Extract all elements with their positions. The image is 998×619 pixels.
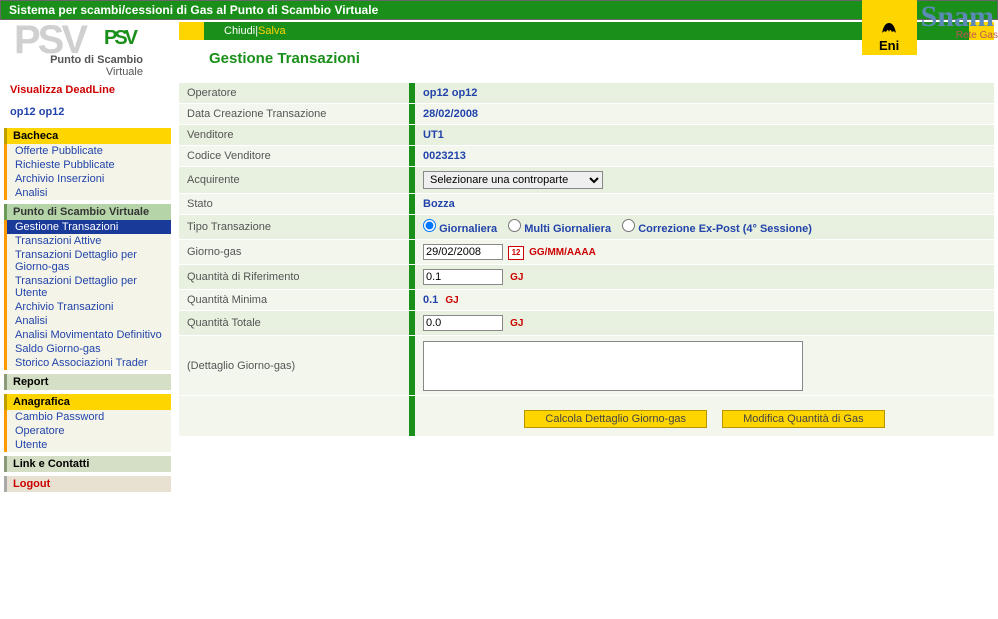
close-link[interactable]: Chiudi — [224, 25, 255, 37]
nav-section-bacheca: Bacheca — [4, 128, 171, 144]
nav-storico-associazioni[interactable]: Storico Associazioni Trader — [4, 356, 171, 370]
label-qta-totale: Quantità Totale — [179, 311, 409, 336]
radio-giornaliera[interactable]: Giornaliera — [423, 223, 497, 235]
label-giorno-gas: Giorno-gas — [179, 240, 409, 265]
nav-cambio-password[interactable]: Cambio Password — [4, 410, 171, 424]
label-tipo-transazione: Tipo Transazione — [179, 215, 409, 240]
transaction-form: Operatore op12 op12 Data Creazione Trans… — [179, 83, 994, 437]
value-codice-venditore: 0023213 — [415, 146, 994, 167]
nav-transazioni-dettaglio-utente[interactable]: Transazioni Dettaglio per Utente — [4, 274, 171, 300]
label-qta-riferimento: Quantità di Riferimento — [179, 265, 409, 290]
nav-section-psv: Punto di Scambio Virtuale — [4, 204, 171, 220]
nav-analisi-bacheca[interactable]: Analisi — [4, 186, 171, 200]
label-data-creazione: Data Creazione Transazione — [179, 104, 409, 125]
save-link[interactable]: Salva — [258, 25, 286, 37]
nav-gestione-transazioni[interactable]: Gestione Transazioni — [4, 220, 171, 234]
radio-correzione-expost[interactable]: Correzione Ex-Post (4° Sessione) — [622, 223, 812, 235]
nav-transazioni-attive[interactable]: Transazioni Attive — [4, 234, 171, 248]
value-operatore: op12 op12 — [415, 83, 994, 104]
nav-richieste-pubblicate[interactable]: Richieste Pubblicate — [4, 158, 171, 172]
label-operatore: Operatore — [179, 83, 409, 104]
qta-totale-input[interactable] — [423, 315, 503, 331]
label-codice-venditore: Codice Venditore — [179, 146, 409, 167]
current-user: op12 op12 — [4, 100, 171, 124]
calcola-dettaglio-button[interactable]: Calcola Dettaglio Giorno-gas — [524, 410, 707, 428]
value-qta-minima: 0.1 — [423, 294, 438, 306]
label-dettaglio: (Dettaglio Giorno-gas) — [179, 336, 409, 396]
nav-analisi-movimentato[interactable]: Analisi Movimentato Definitivo — [4, 328, 171, 342]
sidebar: PSVPSV Punto di Scambio Virtuale Visuali… — [0, 20, 175, 492]
nav-utente[interactable]: Utente — [4, 438, 171, 452]
deadline-link[interactable]: Visualizza DeadLine — [4, 80, 171, 100]
giorno-gas-input[interactable] — [423, 244, 503, 260]
psv-logo: PSVPSV Punto di Scambio Virtuale — [4, 20, 171, 80]
system-title: Sistema per scambi/cessioni di Gas al Pu… — [0, 0, 998, 20]
nav-archivio-transazioni[interactable]: Archivio Transazioni — [4, 300, 171, 314]
unit-gj: GJ — [510, 318, 523, 329]
date-format-hint: GG/MM/AAAA — [529, 247, 596, 258]
snam-logo: Snam Rete Gas — [917, 0, 998, 41]
value-venditore: UT1 — [415, 125, 994, 146]
main-content: Chiudi | Salva Gestione Transazioni Oper… — [175, 20, 998, 492]
radio-multi-giornaliera[interactable]: Multi Giornaliera — [508, 223, 611, 235]
nav-transazioni-dettaglio-giorno[interactable]: Transazioni Dettaglio per Giorno-gas — [4, 248, 171, 274]
nav-saldo-giorno-gas[interactable]: Saldo Giorno-gas — [4, 342, 171, 356]
value-data-creazione: 28/02/2008 — [415, 104, 994, 125]
qta-riferimento-input[interactable] — [423, 269, 503, 285]
calendar-icon[interactable]: 12 — [508, 246, 524, 260]
acquirente-select[interactable]: Selezionare una controparte — [423, 171, 603, 189]
eni-logo: Eni — [862, 0, 917, 55]
unit-gj: GJ — [510, 272, 523, 283]
nav-section-link[interactable]: Link e Contatti — [4, 456, 171, 472]
label-acquirente: Acquirente — [179, 167, 409, 194]
value-stato: Bozza — [415, 194, 994, 215]
logout-link[interactable]: Logout — [4, 476, 171, 492]
nav-archivio-inserzioni[interactable]: Archivio Inserzioni — [4, 172, 171, 186]
nav-analisi-psv[interactable]: Analisi — [4, 314, 171, 328]
nav-operatore[interactable]: Operatore — [4, 424, 171, 438]
label-qta-minima: Quantità Minima — [179, 290, 409, 311]
unit-gj: GJ — [445, 295, 458, 306]
nav-offerte-pubblicate[interactable]: Offerte Pubblicate — [4, 144, 171, 158]
label-venditore: Venditore — [179, 125, 409, 146]
label-stato: Stato — [179, 194, 409, 215]
modifica-quantita-button[interactable]: Modifica Quantità di Gas — [722, 410, 884, 428]
nav-section-anagrafica: Anagrafica — [4, 394, 171, 410]
dettaglio-giorno-gas-area — [423, 341, 803, 391]
nav-section-report[interactable]: Report — [4, 374, 171, 390]
brand-logos: Eni Snam Rete Gas — [862, 0, 998, 55]
